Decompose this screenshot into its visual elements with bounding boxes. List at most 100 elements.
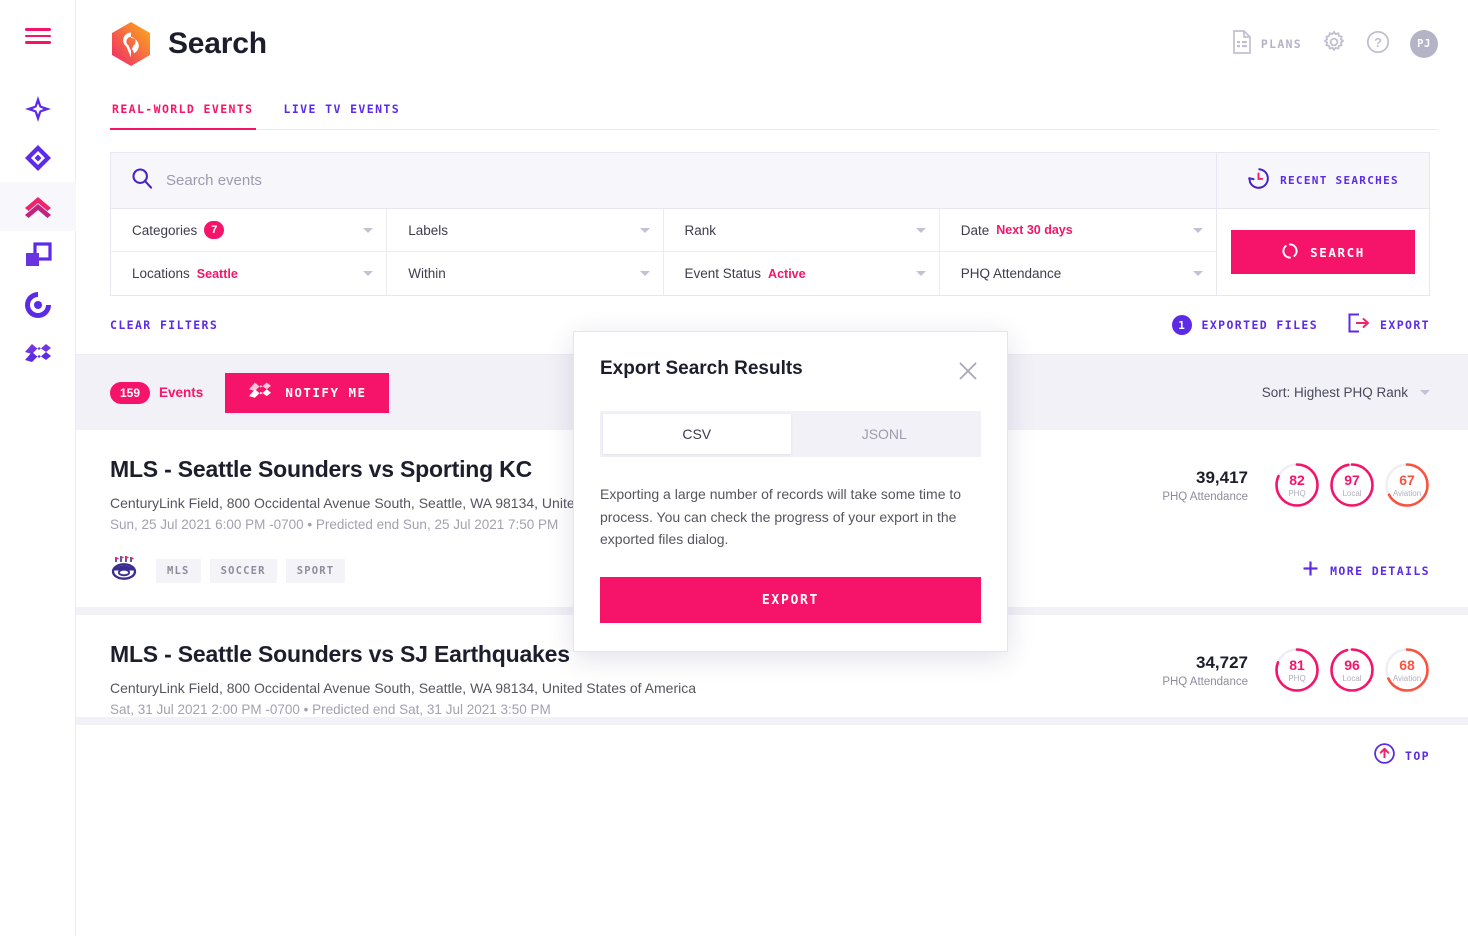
app-root: Search PLANS ? bbox=[0, 0, 1468, 936]
clear-filters-button[interactable]: CLEAR FILTERS bbox=[110, 318, 218, 332]
document-icon bbox=[1232, 30, 1252, 59]
event-tags: MLS SOCCER SPORT bbox=[156, 559, 345, 583]
ring-content: 68 Aviation bbox=[1384, 647, 1430, 693]
ring-label: Local bbox=[1342, 674, 1361, 683]
attendance-block: 39,417 PHQ Attendance bbox=[1162, 468, 1248, 503]
sidebar-item-radar[interactable] bbox=[0, 280, 76, 329]
sort-dropdown[interactable]: Sort: Highest PHQ Rank bbox=[1262, 385, 1430, 400]
plans-label: PLANS bbox=[1261, 37, 1302, 51]
layers-squares-icon bbox=[24, 242, 52, 270]
arrow-up-circle-icon bbox=[1374, 743, 1395, 769]
stadium-icon bbox=[110, 554, 138, 587]
sidebar-item-search[interactable] bbox=[0, 182, 76, 231]
filter-label: PHQ Attendance bbox=[961, 266, 1062, 281]
ring-content: 82 PHQ bbox=[1274, 462, 1320, 508]
event-metrics: 34,727 PHQ Attendance 81 PHQ bbox=[1162, 641, 1430, 693]
attendance-value: 34,727 bbox=[1162, 653, 1248, 673]
exported-files-count-badge: 1 bbox=[1172, 315, 1192, 335]
event-time: Sat, 31 Jul 2021 2:00 PM -0700 • Predict… bbox=[110, 702, 696, 717]
help-circle-icon: ? bbox=[1366, 30, 1390, 59]
search-input-row bbox=[111, 153, 1216, 209]
filter-labels[interactable]: Labels bbox=[387, 209, 663, 252]
avatar[interactable]: PJ bbox=[1410, 30, 1438, 58]
scroll-to-top-label: TOP bbox=[1405, 749, 1430, 763]
modal-body-text: Exporting a large number of records will… bbox=[574, 457, 1007, 551]
search-box: Categories 7 Labels Rank bbox=[110, 152, 1430, 296]
sidebar-item-diamond[interactable] bbox=[0, 133, 76, 182]
clock-icon bbox=[1247, 167, 1270, 195]
radar-target-icon bbox=[23, 290, 53, 320]
tab-live-tv-events[interactable]: LIVE TV EVENTS bbox=[282, 88, 403, 130]
sparkle-icon bbox=[23, 94, 53, 124]
sidebar bbox=[0, 0, 76, 936]
notify-me-button[interactable]: NOTIFY ME bbox=[225, 373, 388, 413]
close-icon[interactable] bbox=[955, 358, 981, 389]
exported-files-button[interactable]: 1 EXPORTED FILES bbox=[1172, 315, 1319, 335]
filter-label: Locations bbox=[132, 266, 190, 281]
search-input[interactable] bbox=[166, 172, 1196, 189]
help-button[interactable]: ? bbox=[1366, 30, 1390, 59]
format-toggle: CSV JSONL bbox=[600, 411, 981, 457]
chevron-down-icon bbox=[1193, 271, 1203, 276]
attendance-label: PHQ Attendance bbox=[1162, 676, 1248, 688]
filter-count-badge: 7 bbox=[204, 221, 224, 239]
ring-label: Aviation bbox=[1393, 489, 1421, 498]
ring-content: 97 Local bbox=[1329, 462, 1375, 508]
sidebar-item-layers[interactable] bbox=[0, 231, 76, 280]
hamburger-icon[interactable] bbox=[25, 28, 51, 44]
filter-phq-attendance[interactable]: PHQ Attendance bbox=[940, 252, 1216, 295]
search-icon bbox=[131, 167, 153, 194]
sidebar-item-waves[interactable] bbox=[0, 329, 76, 378]
predicthq-hex-logo bbox=[110, 21, 152, 67]
plans-button[interactable]: PLANS bbox=[1232, 30, 1302, 59]
tab-real-world-events[interactable]: REAL-WORLD EVENTS bbox=[110, 88, 256, 130]
settings-button[interactable] bbox=[1322, 30, 1346, 59]
format-option-jsonl[interactable]: JSONL bbox=[791, 414, 979, 454]
more-details-button[interactable]: MORE DETAILS bbox=[1302, 560, 1430, 582]
format-option-csv[interactable]: CSV bbox=[603, 414, 791, 454]
notify-me-label: NOTIFY ME bbox=[285, 385, 366, 400]
chevron-down-icon bbox=[916, 228, 926, 233]
filter-label: Event Status bbox=[685, 266, 762, 281]
tag[interactable]: SOCCER bbox=[210, 559, 277, 583]
search-box-left: Categories 7 Labels Rank bbox=[111, 153, 1217, 295]
ring-phq: 82 PHQ bbox=[1274, 462, 1320, 508]
export-button[interactable]: EXPORT bbox=[1348, 313, 1430, 338]
event-metrics: 39,417 PHQ Attendance 82 PHQ bbox=[1162, 456, 1430, 508]
modal-title: Export Search Results bbox=[600, 358, 803, 380]
filter-event-status[interactable]: Event Status Active bbox=[664, 252, 940, 295]
filter-locations[interactable]: Locations Seattle bbox=[111, 252, 387, 295]
ring-aviation: 67 Aviation bbox=[1384, 462, 1430, 508]
sort-label: Sort: Highest PHQ Rank bbox=[1262, 385, 1408, 400]
modal-export-button[interactable]: EXPORT bbox=[600, 577, 981, 623]
search-panel: Categories 7 Labels Rank bbox=[76, 130, 1468, 296]
score-rings: 82 PHQ 97 Local bbox=[1274, 462, 1430, 508]
more-details-label: MORE DETAILS bbox=[1330, 564, 1430, 578]
scroll-to-top-button[interactable]: TOP bbox=[1374, 743, 1430, 769]
filter-categories[interactable]: Categories 7 bbox=[111, 209, 387, 252]
waves-icon bbox=[247, 380, 273, 405]
ring-label: Local bbox=[1342, 489, 1361, 498]
event-info: MLS - Seattle Sounders vs SJ Earthquakes… bbox=[110, 641, 696, 717]
ring-value: 67 bbox=[1399, 473, 1415, 487]
chevron-down-icon bbox=[1420, 390, 1430, 395]
filter-date[interactable]: Date Next 30 days bbox=[940, 209, 1216, 252]
tag[interactable]: SPORT bbox=[286, 559, 346, 583]
ring-phq: 81 PHQ bbox=[1274, 647, 1320, 693]
attendance-block: 34,727 PHQ Attendance bbox=[1162, 653, 1248, 688]
recent-searches-button[interactable]: RECENT SEARCHES bbox=[1217, 153, 1429, 209]
ring-local: 96 Local bbox=[1329, 647, 1375, 693]
filters-grid: Categories 7 Labels Rank bbox=[111, 209, 1216, 295]
filter-rank[interactable]: Rank bbox=[664, 209, 940, 252]
footer: TOP bbox=[76, 725, 1468, 769]
ring-value: 68 bbox=[1399, 658, 1415, 672]
gear-icon bbox=[1322, 30, 1346, 59]
sidebar-item-sparkle[interactable] bbox=[0, 84, 76, 133]
search-button[interactable]: SEARCH bbox=[1231, 230, 1415, 274]
tag[interactable]: MLS bbox=[156, 559, 201, 583]
filter-within[interactable]: Within bbox=[387, 252, 663, 295]
export-arrow-icon bbox=[1348, 313, 1370, 338]
diamond-icon bbox=[23, 143, 53, 173]
attendance-label: PHQ Attendance bbox=[1162, 491, 1248, 503]
filter-value: Seattle bbox=[197, 267, 238, 281]
